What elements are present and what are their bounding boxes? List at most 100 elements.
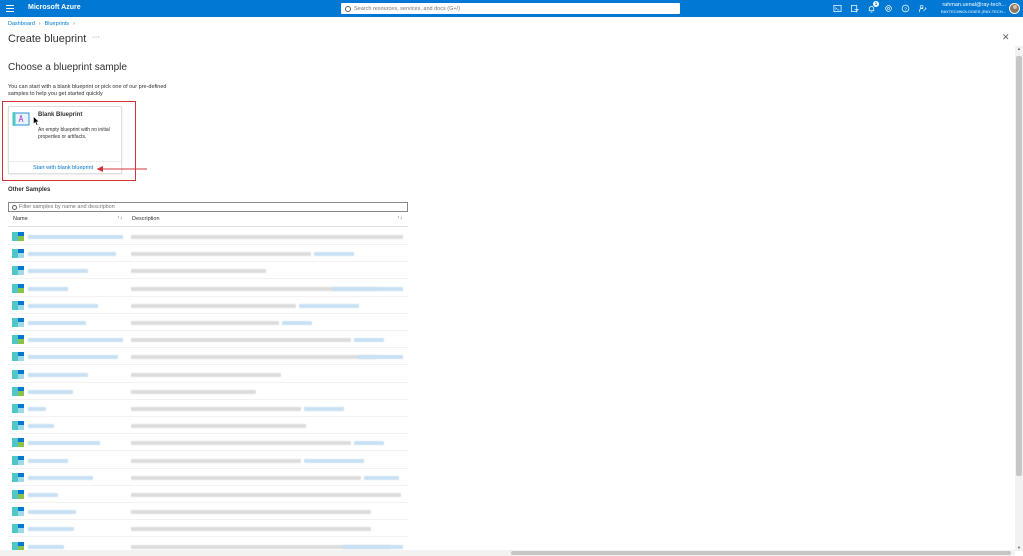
table-row[interactable] <box>8 262 408 280</box>
sample-description-link[interactable] <box>354 441 384 446</box>
start-with-blank-blueprint-link[interactable]: Start with blank blueprint <box>33 165 93 171</box>
sample-description-link[interactable] <box>354 338 384 343</box>
global-search[interactable] <box>341 3 680 14</box>
sample-name-link[interactable] <box>28 475 93 480</box>
sort-icon[interactable]: ↑↓ <box>117 215 123 221</box>
breadcrumb: Dashboard › Blueprints › <box>8 21 75 27</box>
sample-name-link[interactable] <box>28 389 73 394</box>
blueprint-sample-icon <box>12 283 24 293</box>
table-row[interactable] <box>8 297 408 314</box>
sample-description-link[interactable] <box>299 303 359 308</box>
table-row[interactable] <box>8 434 408 452</box>
table-row[interactable] <box>8 400 408 417</box>
search-icon <box>12 204 17 210</box>
sample-name-link[interactable] <box>28 321 86 325</box>
sample-description-link[interactable] <box>304 407 344 411</box>
column-header-description[interactable]: Description <box>132 216 160 222</box>
blueprint-sample-icon <box>12 369 24 379</box>
gear-icon[interactable] <box>883 3 893 13</box>
sample-description <box>131 493 401 497</box>
sample-name-link[interactable] <box>28 252 116 257</box>
hamburger-menu-icon[interactable] <box>6 4 14 13</box>
sample-description <box>131 424 306 429</box>
brand-title[interactable]: Microsoft Azure <box>28 4 81 11</box>
table-row[interactable] <box>8 280 408 297</box>
sample-name-link[interactable] <box>28 493 58 497</box>
sample-name-link[interactable] <box>28 407 46 411</box>
scroll-up-icon[interactable]: ▲ <box>1016 46 1022 52</box>
sample-name-link[interactable] <box>28 269 88 274</box>
table-row[interactable] <box>8 503 408 521</box>
bell-icon[interactable]: 1 <box>866 1 879 13</box>
close-icon[interactable]: ✕ <box>1002 32 1010 43</box>
table-row[interactable] <box>8 383 408 400</box>
feedback-icon[interactable] <box>917 3 927 13</box>
scroll-thumb[interactable] <box>1016 56 1022 476</box>
blueprint-sample-icon <box>12 386 24 396</box>
column-header-name[interactable]: Name <box>13 216 28 222</box>
filter-samples-input[interactable] <box>19 204 399 210</box>
blueprint-sample-icon <box>12 438 24 448</box>
sample-description-link[interactable] <box>304 458 364 463</box>
cloud-shell-icon[interactable] <box>832 3 842 13</box>
blank-blueprint-card[interactable]: Blank Blueprint An empty blueprint with … <box>8 106 122 174</box>
sample-description-link[interactable] <box>333 286 403 291</box>
global-search-input[interactable] <box>354 5 654 12</box>
table-row[interactable] <box>8 452 408 469</box>
directory-filter-icon[interactable] <box>849 3 859 13</box>
sample-description <box>131 510 371 515</box>
account-name: rahman.uenal@ray-tech... <box>942 2 1006 8</box>
table-header-divider <box>8 226 408 227</box>
help-icon[interactable]: ? <box>900 3 910 13</box>
sample-name-link[interactable] <box>28 338 123 343</box>
vertical-scrollbar[interactable]: ▲ ▼ <box>1015 46 1023 551</box>
sample-name-link[interactable] <box>28 372 88 377</box>
sample-description-link[interactable] <box>343 544 403 549</box>
sample-name-link[interactable] <box>28 303 98 308</box>
account-info[interactable]: rahman.uenal@ray-tech... RAYTECHNOLOGIES… <box>938 2 1008 14</box>
table-row[interactable] <box>8 520 408 538</box>
top-bar: Microsoft Azure 1 ? rahman.uenal@ray-tec… <box>0 0 1023 17</box>
breadcrumb-blueprints[interactable]: Blueprints <box>45 21 69 27</box>
search-icon <box>345 5 351 12</box>
blueprint-sample-icon <box>12 472 24 482</box>
sample-description-link[interactable] <box>314 252 354 257</box>
sample-name-link[interactable] <box>28 527 74 532</box>
annotation-arrow-icon <box>96 166 147 172</box>
sample-name-link[interactable] <box>28 286 68 291</box>
table-row[interactable] <box>8 366 408 383</box>
table-row[interactable] <box>8 417 408 435</box>
table-row[interactable] <box>8 469 408 486</box>
sample-name-link[interactable] <box>28 355 118 360</box>
svg-text:?: ? <box>904 6 907 12</box>
avatar[interactable] <box>1009 3 1020 14</box>
blueprint-sample-icon <box>12 335 24 345</box>
sample-name-link[interactable] <box>28 510 76 515</box>
sort-icon[interactable]: ↑↓ <box>397 215 403 221</box>
sample-name-link[interactable] <box>28 458 68 463</box>
scroll-thumb[interactable] <box>511 551 1011 555</box>
blueprint-sample-icon <box>12 318 24 327</box>
sample-name-link[interactable] <box>28 544 64 549</box>
breadcrumb-dashboard[interactable]: Dashboard <box>8 21 35 27</box>
scroll-down-icon[interactable]: ▼ <box>1016 545 1022 551</box>
sample-name-link[interactable] <box>28 441 100 446</box>
table-row[interactable] <box>8 348 408 366</box>
sample-description <box>131 269 266 274</box>
table-row[interactable] <box>8 245 408 263</box>
sample-description <box>131 321 279 325</box>
table-row[interactable] <box>8 228 408 245</box>
sample-description-link[interactable] <box>364 475 399 480</box>
more-options-icon[interactable]: ··· <box>92 34 101 41</box>
sample-name-link[interactable] <box>28 424 54 429</box>
blueprint-sample-icon <box>12 507 24 517</box>
sample-name-link[interactable] <box>28 235 123 239</box>
sample-description-link[interactable] <box>282 321 312 325</box>
sample-description-link[interactable] <box>358 355 403 360</box>
table-row[interactable] <box>8 331 408 349</box>
horizontal-scrollbar[interactable] <box>0 550 1015 556</box>
table-row[interactable] <box>8 486 408 503</box>
sample-description <box>131 235 403 239</box>
table-row[interactable] <box>8 314 408 331</box>
filter-samples[interactable] <box>8 202 408 212</box>
